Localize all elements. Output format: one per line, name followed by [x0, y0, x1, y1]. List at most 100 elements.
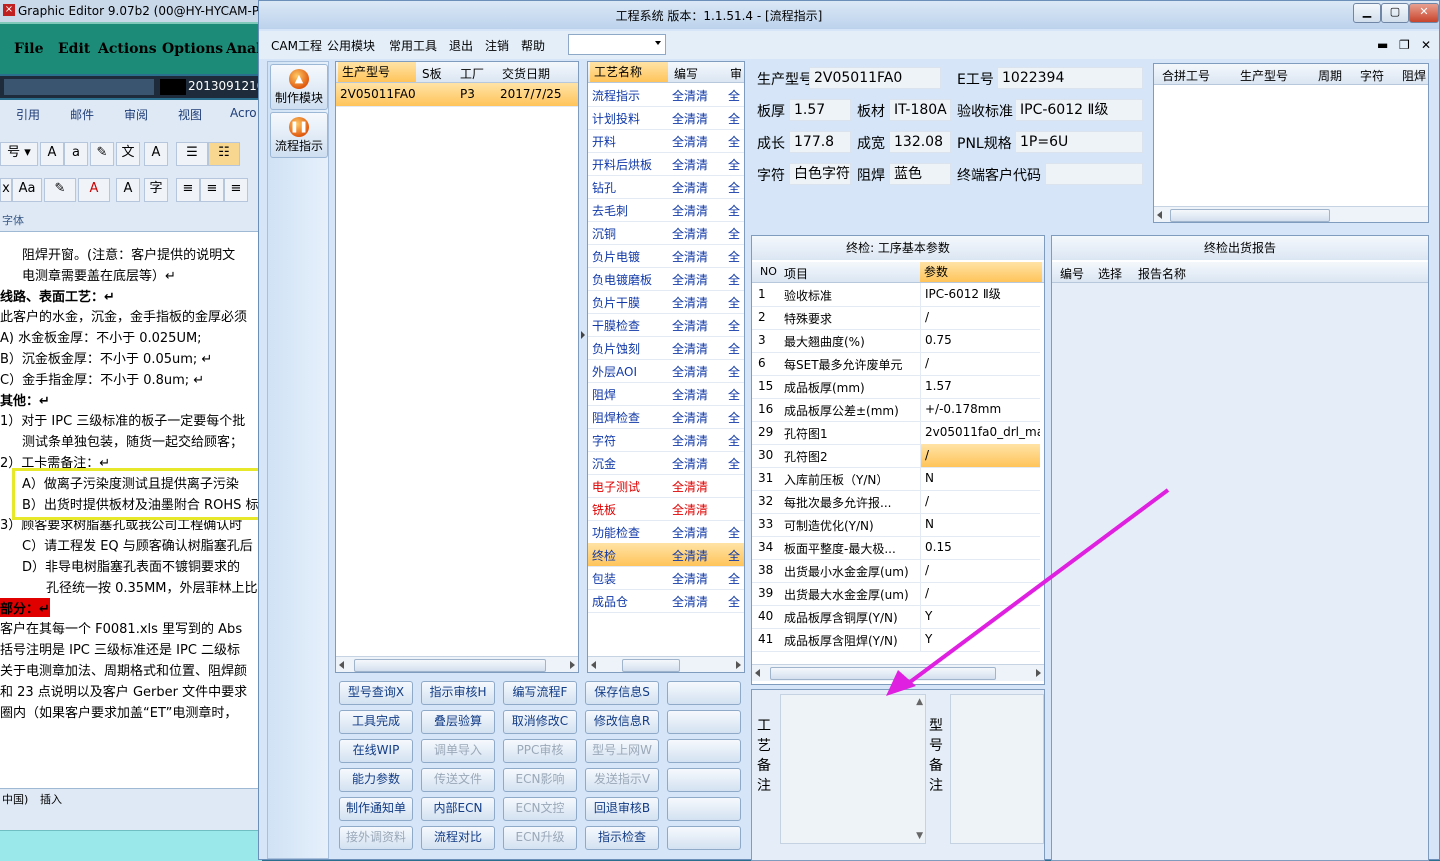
- font-size-dropdown[interactable]: 号 ▾: [0, 142, 38, 166]
- col-delivery[interactable]: 交货日期: [502, 65, 550, 82]
- thickness-field[interactable]: 1.57: [789, 99, 851, 121]
- clear-format-icon[interactable]: ✎: [90, 142, 114, 166]
- material-field[interactable]: IT-180A: [889, 99, 951, 121]
- col-report-no[interactable]: 编号: [1060, 265, 1084, 282]
- nav-production-module[interactable]: ▲ 制作模块: [270, 64, 328, 110]
- process-row[interactable]: 开料后烘板 全清清 全: [588, 152, 744, 176]
- action-button[interactable]: 在线WIP: [339, 739, 413, 763]
- process-row[interactable]: 钻孔 全清清 全: [588, 175, 744, 199]
- font-color-icon[interactable]: A: [78, 178, 110, 202]
- menu-file[interactable]: File: [14, 41, 43, 57]
- scroll-down-icon[interactable]: ▼: [916, 831, 923, 841]
- process-row[interactable]: 负片蚀刻 全清清 全: [588, 336, 744, 360]
- col-audit[interactable]: 审: [730, 65, 742, 82]
- align-center-icon[interactable]: ≡: [200, 178, 224, 202]
- scroll-right-icon[interactable]: [570, 661, 575, 669]
- background-tab-date[interactable]: 2013091210: [188, 79, 264, 93]
- col-no[interactable]: NO: [760, 265, 777, 278]
- action-button[interactable]: 修改信息R: [585, 710, 659, 734]
- order-row[interactable]: 2V05011FA0 P3 2017/7/25: [336, 83, 578, 107]
- eno-field[interactable]: 1022394: [997, 67, 1143, 89]
- blurred-tab[interactable]: [4, 79, 154, 95]
- action-button[interactable]: 传送文件: [421, 768, 495, 792]
- action-button[interactable]: PPC审核: [503, 739, 577, 763]
- blank-button[interactable]: [667, 739, 741, 763]
- process-row[interactable]: 外层AOI 全清清 全: [588, 359, 744, 383]
- bullets-icon[interactable]: ☰: [176, 142, 208, 166]
- action-button[interactable]: 发送指示V: [585, 768, 659, 792]
- action-button[interactable]: 制作通知单: [339, 797, 413, 821]
- process-hscrollbar[interactable]: [588, 656, 744, 672]
- menu-edit[interactable]: Edit: [58, 41, 90, 57]
- process-row[interactable]: 成品仓 全清清 全: [588, 589, 744, 613]
- ribbon-tab-acrobat[interactable]: Acro: [230, 106, 257, 120]
- process-row[interactable]: 阻焊检查 全清清 全: [588, 405, 744, 429]
- col-writer[interactable]: 编写: [674, 65, 698, 82]
- scroll-left-icon[interactable]: [591, 661, 596, 669]
- process-note-input[interactable]: ▲ ▼: [780, 694, 926, 844]
- process-row[interactable]: 沉铜 全清清 全: [588, 221, 744, 245]
- param-value[interactable]: 2v05011fa0_drl_ma: [920, 421, 1040, 444]
- length-field[interactable]: 177.8: [789, 131, 851, 153]
- ribbon-tab-view[interactable]: 视图: [178, 106, 202, 123]
- param-value[interactable]: +/-0.178mm: [920, 398, 1040, 421]
- param-row[interactable]: 1 验收标准 IPC-6012 Ⅱ级: [752, 283, 1040, 307]
- scroll-thumb[interactable]: [1170, 209, 1330, 222]
- nav-process-instruction[interactable]: ❚❚ 流程指示: [270, 112, 328, 158]
- standard-field[interactable]: IPC-6012 Ⅱ级: [1015, 99, 1143, 121]
- action-button[interactable]: 调单导入: [421, 739, 495, 763]
- scroll-left-icon[interactable]: [339, 661, 344, 669]
- menu-actions[interactable]: Actions: [98, 41, 157, 57]
- align-right-icon[interactable]: ≡: [224, 178, 248, 202]
- toolbar-combo[interactable]: [568, 34, 666, 55]
- grow-font-icon[interactable]: A: [40, 142, 64, 166]
- maximize-button[interactable]: ▢: [1381, 3, 1409, 23]
- param-value[interactable]: /: [920, 444, 1040, 467]
- menu-logout[interactable]: 注销: [485, 37, 509, 54]
- action-button[interactable]: 指示审核H: [421, 681, 495, 705]
- col-item[interactable]: 项目: [784, 265, 808, 282]
- merge-grid[interactable]: 合拼工号 生产型号 周期 字符 阻焊: [1153, 63, 1429, 223]
- process-row[interactable]: 铣板 全清清: [588, 497, 744, 521]
- action-button[interactable]: 指示检查: [585, 826, 659, 850]
- process-row[interactable]: 功能检查 全清清 全: [588, 520, 744, 544]
- param-row[interactable]: 29 孔符图1 2v05011fa0_drl_ma: [752, 421, 1040, 445]
- menu-cam[interactable]: CAM工程: [271, 37, 322, 54]
- col-merge-model[interactable]: 生产型号: [1240, 67, 1288, 84]
- action-button[interactable]: 流程对比: [421, 826, 495, 850]
- action-button[interactable]: 内部ECN: [421, 797, 495, 821]
- action-button[interactable]: 能力参数: [339, 768, 413, 792]
- blank-button[interactable]: [667, 797, 741, 821]
- merge-hscrollbar[interactable]: [1154, 206, 1428, 222]
- param-value[interactable]: 1.57: [920, 375, 1040, 398]
- menu-tools[interactable]: 常用工具: [389, 37, 437, 54]
- blank-button[interactable]: [667, 681, 741, 705]
- order-grid[interactable]: 生产型号 S板 工厂 交货日期 2V05011FA0 P3 2017/7/25: [335, 61, 579, 673]
- ribbon-tab-review[interactable]: 审阅: [124, 106, 148, 123]
- char-shading-icon[interactable]: A: [116, 178, 140, 202]
- menu-options[interactable]: Options: [162, 41, 223, 57]
- col-report-name[interactable]: 报告名称: [1138, 265, 1186, 282]
- param-row[interactable]: 15 成品板厚(mm) 1.57: [752, 375, 1040, 399]
- scroll-left-icon[interactable]: [755, 669, 760, 677]
- process-row[interactable]: 计划投料 全清清 全: [588, 106, 744, 130]
- ribbon-tab-references[interactable]: 引用: [16, 106, 40, 123]
- action-button[interactable]: 工具完成: [339, 710, 413, 734]
- action-button[interactable]: 接外调资料: [339, 826, 413, 850]
- param-value[interactable]: IPC-6012 Ⅱ级: [920, 283, 1040, 306]
- param-value[interactable]: /: [920, 306, 1040, 329]
- ribbon-tab-mailings[interactable]: 邮件: [70, 106, 94, 123]
- mdi-minimize-icon[interactable]: ▬: [1377, 38, 1388, 52]
- action-button[interactable]: ECN文控: [503, 797, 577, 821]
- col-period[interactable]: 周期: [1318, 67, 1342, 84]
- process-row[interactable]: 干膜检查 全清清 全: [588, 313, 744, 337]
- process-row[interactable]: 阻焊 全清清 全: [588, 382, 744, 406]
- col-merge-no[interactable]: 合拼工号: [1162, 67, 1210, 84]
- action-button[interactable]: 编写流程F: [503, 681, 577, 705]
- minimize-button[interactable]: ▁: [1353, 3, 1381, 23]
- blank-button[interactable]: [667, 768, 741, 792]
- menu-help[interactable]: 帮助: [521, 37, 545, 54]
- process-row[interactable]: 流程指示 全清清 全: [588, 83, 744, 107]
- align-left-icon[interactable]: ≡: [176, 178, 200, 202]
- blank-button[interactable]: [667, 710, 741, 734]
